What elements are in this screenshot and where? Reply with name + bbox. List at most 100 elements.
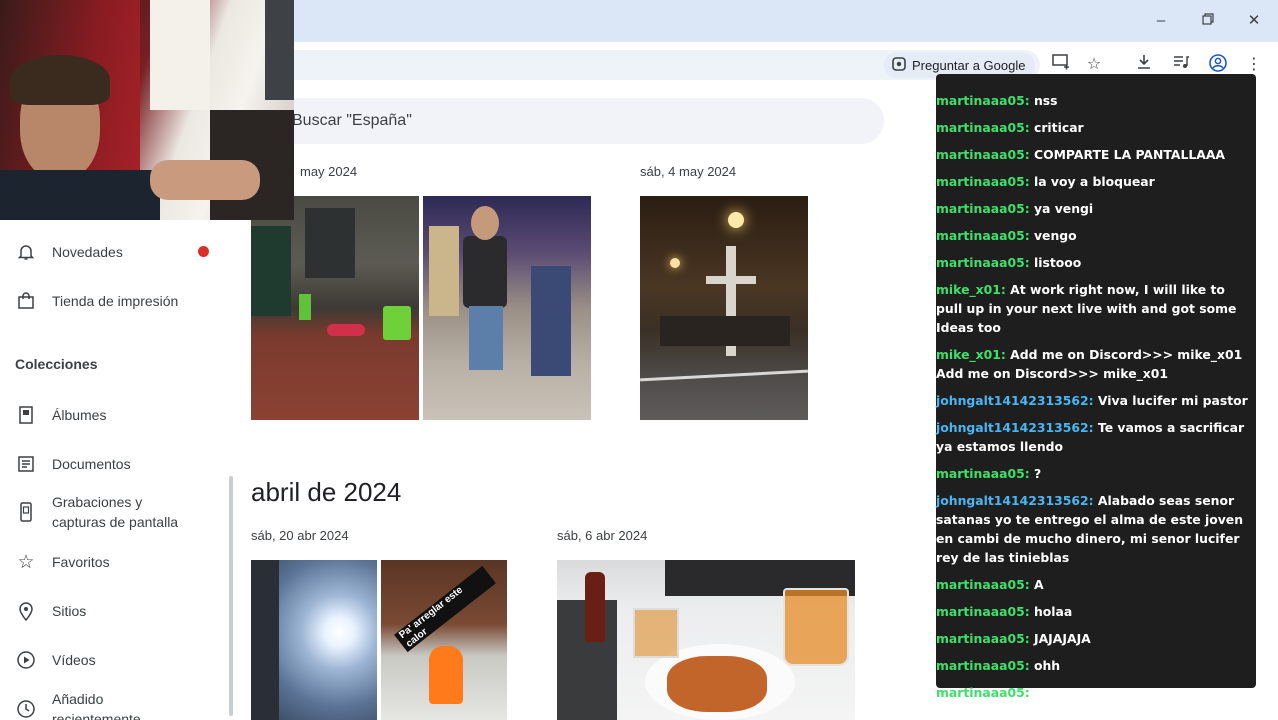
chat-text: Viva lucifer mi pastor: [1093, 393, 1248, 408]
chat-message: mike_x01: At work right now, I will like…: [936, 280, 1256, 337]
sidebar-item-novedades[interactable]: Novedades: [16, 242, 123, 262]
media-queue-icon[interactable]: [1170, 54, 1192, 76]
chat-text: holaa: [1029, 604, 1073, 619]
chat-username: johngalt14142313562:: [936, 393, 1094, 408]
sidebar-item-label: Álbumes: [52, 407, 107, 423]
profile-icon[interactable]: [1207, 54, 1229, 76]
chat-username: martinaaa05:: [936, 658, 1030, 673]
chat-username: johngalt14142313562:: [936, 420, 1094, 435]
chat-text: ya vengi: [1029, 201, 1094, 216]
chat-text: ohh: [1029, 658, 1061, 673]
photo-thumbnail[interactable]: [557, 560, 855, 720]
chat-message: martinaaa05: vengo: [936, 226, 1256, 245]
date-header: sáb, 4 may 2024: [640, 164, 737, 179]
chat-username: martinaaa05:: [936, 147, 1030, 162]
minimize-icon[interactable]: –: [1148, 8, 1174, 34]
webcam-overlay: [0, 0, 294, 220]
date-header: sáb, 6 abr 2024: [557, 528, 648, 543]
chat-message: martinaaa05: nss: [936, 91, 1256, 110]
chat-username: martinaaa05:: [936, 120, 1030, 135]
month-title: abril de 2024: [251, 477, 402, 507]
chat-username: martinaaa05:: [936, 255, 1030, 270]
sidebar-item-label: Novedades: [52, 244, 123, 260]
chat-message: martinaaa05: ?: [936, 464, 1256, 483]
sidebar-scrollbar[interactable]: [229, 476, 233, 716]
collections-title: Colecciones: [15, 356, 98, 372]
sidebar-item-label: Sitios: [52, 603, 87, 619]
sidebar-item-videos[interactable]: Vídeos: [16, 650, 96, 670]
sidebar-item-label-line2: recientemente: [52, 711, 141, 720]
chat-message: martinaaa05: listooo: [936, 253, 1256, 272]
date-header: sáb, 20 abr 2024: [251, 528, 349, 543]
photo-thumbnail[interactable]: Pa' arreglar este calor: [381, 560, 507, 720]
chat-username: martinaaa05:: [936, 604, 1030, 619]
chat-message: mike_x01: Add me on Discord>>> mike_x01 …: [936, 345, 1256, 383]
restore-icon[interactable]: [1195, 8, 1221, 34]
sidebar-item-favoritos[interactable]: ☆ Favoritos: [16, 552, 109, 573]
chat-text: ?: [1029, 466, 1042, 481]
play-circle-icon: [16, 650, 36, 670]
photo-thumbnail[interactable]: [251, 560, 377, 720]
sidebar-item-label: Documentos: [52, 456, 131, 472]
chat-username: mike_x01:: [936, 347, 1006, 362]
chat-text: criticar: [1029, 120, 1084, 135]
live-chat-panel: martinaaa05: nss martinaaa05: criticar mar…: [936, 74, 1256, 700]
chat-username: martinaaa05:: [936, 201, 1030, 216]
chat-message: martinaaa05: A: [936, 575, 1256, 594]
chat-text: nss: [1029, 93, 1058, 108]
screenshot-icon: [16, 502, 36, 522]
sidebar-item-label-line2: capturas de pantalla: [52, 514, 179, 530]
chat-username: johngalt14142313562:: [936, 493, 1094, 508]
chat-message: johngalt14142313562: Te vamos a sacrific…: [936, 418, 1256, 456]
chat-message: martinaaa05: holaa: [936, 602, 1256, 621]
sidebar-item-sitios[interactable]: Sitios: [16, 601, 86, 621]
photo-thumbnail[interactable]: [423, 196, 591, 420]
album-icon: [16, 405, 36, 425]
chat-message: martinaaa05: JAJAJAJA: [936, 629, 1256, 648]
close-icon[interactable]: ✕: [1241, 8, 1267, 34]
sidebar-item-documentos[interactable]: Documentos: [16, 454, 131, 474]
search-query: Buscar "España": [292, 112, 412, 129]
chat-username: martinaaa05:: [936, 577, 1030, 592]
star-icon[interactable]: ☆: [1083, 54, 1105, 76]
chat-text: la voy a bloquear: [1029, 174, 1155, 189]
recent-icon: [16, 699, 36, 719]
chat-text: vengo: [1029, 228, 1077, 243]
photo-caption: Pa' arreglar este calor: [394, 565, 496, 653]
sidebar-item-label: Tienda de impresión: [52, 293, 179, 309]
ask-google-label: Preguntar a Google: [912, 57, 1026, 73]
download-icon[interactable]: [1133, 54, 1155, 76]
chat-username: martinaaa05:: [936, 466, 1030, 481]
more-vert-icon[interactable]: ⋮: [1243, 54, 1265, 76]
chat-text: listooo: [1029, 255, 1082, 270]
photo-thumbnail[interactable]: [640, 196, 808, 420]
screen-share-icon[interactable]: [1050, 54, 1072, 76]
photo-thumbnail[interactable]: [251, 196, 419, 420]
chat-text: A: [1029, 577, 1044, 592]
chat-message: martinaaa05: la voy a bloquear: [936, 172, 1256, 191]
sidebar-item-tienda[interactable]: Tienda de impresión: [16, 291, 178, 311]
document-icon: [16, 454, 36, 474]
sidebar-item-anadido[interactable]: Añadido recientemente: [16, 689, 141, 720]
chat-username: martinaaa05:: [936, 174, 1030, 189]
sidebar-item-albumes[interactable]: Álbumes: [16, 405, 106, 425]
sidebar-item-label: Añadido: [52, 691, 104, 707]
google-lens-icon: [892, 56, 906, 74]
bell-icon: [16, 242, 36, 262]
shopping-bag-icon: [16, 291, 36, 311]
chat-message: martinaaa05: ya vengi: [936, 199, 1256, 218]
notification-dot: [198, 246, 209, 257]
location-icon: [16, 601, 36, 621]
chat-username: martinaaa05:: [936, 228, 1030, 243]
chat-text: JAJAJAJA: [1029, 631, 1091, 646]
chat-text: SIII: [1029, 685, 1057, 700]
chat-message: johngalt14142313562: Alabado seas senor …: [936, 491, 1256, 567]
screen: – ✕ Preguntar a Google ☆ ⋮ Buscar "Españ…: [0, 0, 1278, 720]
chat-message: martinaaa05: ohh: [936, 656, 1256, 675]
chat-username: mike_x01:: [936, 282, 1006, 297]
chat-message: martinaaa05: COMPARTE LA PANTALLAAA: [936, 145, 1256, 164]
chat-username: martinaaa05:: [936, 631, 1030, 646]
sidebar-item-grabaciones[interactable]: Grabaciones y capturas de pantalla: [16, 492, 178, 532]
chat-username: martinaaa05:: [936, 93, 1030, 108]
chat-username: martinaaa05:: [936, 685, 1030, 700]
